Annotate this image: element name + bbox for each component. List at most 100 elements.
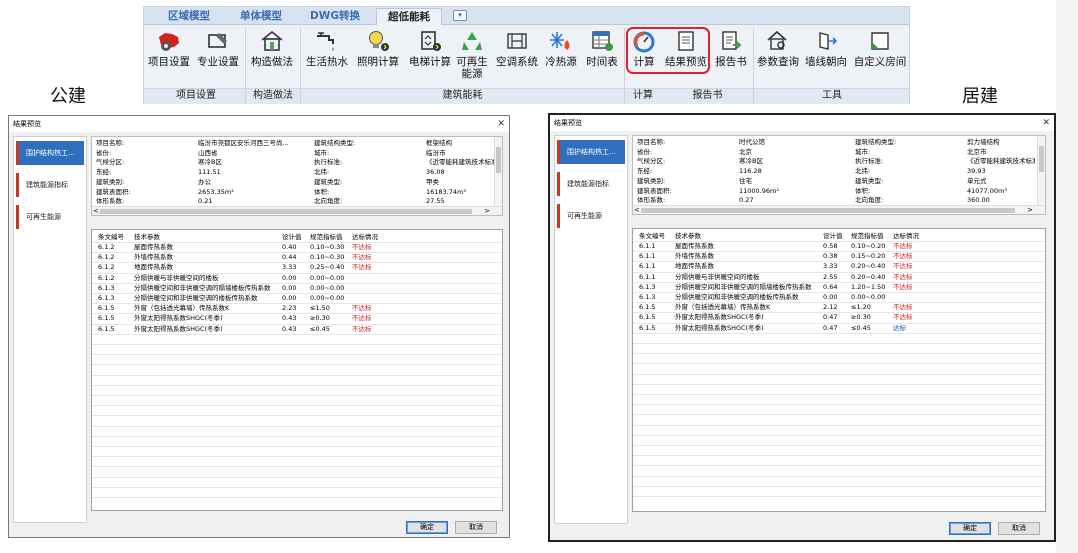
row-code: 6.1.3 bbox=[639, 282, 656, 291]
row-limit: ≥0.30 bbox=[310, 314, 330, 323]
row-code: 6.1.3 bbox=[639, 293, 656, 301]
elevator-calc-button[interactable]: 电梯计算 bbox=[406, 27, 454, 87]
grid-line bbox=[633, 363, 1045, 365]
row-limit: ≤0.45 bbox=[310, 324, 330, 333]
row-param: 分隔供暖与非供暖空间的楼板 bbox=[675, 272, 760, 281]
scroll-right-icon[interactable]: > bbox=[484, 207, 490, 215]
nav-item[interactable]: 围护结构热工... bbox=[16, 141, 84, 165]
scroll-right-icon[interactable]: > bbox=[1027, 206, 1033, 214]
info-horizontal-scrollbar[interactable]: < > bbox=[633, 205, 1045, 214]
row-param: 屋面传热系数 bbox=[675, 242, 714, 250]
hot-water-button[interactable]: 生活热水 bbox=[303, 27, 351, 87]
ok-button[interactable]: 确定 bbox=[406, 521, 448, 534]
ribbon-tab-bar: 区域模型 单体模型 DWG转换 超低能耗 ▾ bbox=[144, 7, 909, 25]
nav-item[interactable]: 可再生能源 bbox=[16, 205, 84, 229]
row-design-value: 0.47 bbox=[823, 313, 838, 322]
major-settings-button[interactable]: 专业设置 bbox=[194, 27, 242, 87]
info-value: 41077.00m³ bbox=[967, 186, 1007, 195]
nav-item[interactable]: 围护结构热工... bbox=[557, 140, 625, 164]
close-icon[interactable]: ✕ bbox=[497, 116, 505, 132]
renewable-energy-button[interactable]: 可再生 能源 bbox=[452, 27, 492, 87]
row-code: 6.1.2 bbox=[98, 273, 115, 282]
row-status: 不达标 bbox=[893, 313, 913, 322]
row-param: 外墙传热系数 bbox=[675, 252, 714, 261]
row-status: 不达标 bbox=[352, 253, 372, 262]
close-icon[interactable]: ✕ bbox=[1042, 115, 1050, 131]
scroll-left-icon[interactable]: < bbox=[634, 206, 640, 214]
row-status: 不达标 bbox=[352, 324, 372, 333]
info-row: 建筑表面积: 11000.96m² 体积: 41077.00m³ bbox=[633, 187, 1045, 196]
info-horizontal-scrollbar[interactable]: < > bbox=[92, 206, 502, 215]
row-design-value: 2.55 bbox=[823, 272, 838, 281]
grid-header: 设计值 bbox=[282, 233, 302, 241]
custom-room-button[interactable]: 自定义房间 bbox=[851, 27, 909, 87]
row-param: 外窗（包括透光幕墙）传热系数K bbox=[134, 304, 230, 313]
nav-item[interactable]: 建筑能源指标 bbox=[557, 172, 625, 196]
row-code: 6.1.5 bbox=[98, 324, 115, 333]
grid-line bbox=[92, 384, 502, 386]
nav-item[interactable]: 建筑能源指标 bbox=[16, 173, 84, 197]
row-code: 6.1.2 bbox=[98, 253, 115, 262]
recycle-icon bbox=[462, 32, 482, 50]
info-key: 建筑类型: bbox=[855, 176, 884, 185]
info-key: 北纬: bbox=[314, 168, 330, 177]
faucet-icon bbox=[317, 32, 334, 51]
ribbon-collapse-icon[interactable]: ▾ bbox=[453, 10, 467, 21]
row-param: 地面传热系数 bbox=[675, 262, 714, 271]
cancel-button[interactable]: 取消 bbox=[455, 521, 497, 534]
row-limit: 0.15~0.20 bbox=[851, 252, 886, 261]
info-key: 项目名称: bbox=[637, 138, 666, 146]
info-value: 27.55 bbox=[426, 197, 445, 206]
ok-button[interactable]: 确定 bbox=[949, 522, 991, 535]
info-row: 体形系数: 0.27 北向角度: 360.00 bbox=[633, 196, 1045, 205]
house-wall-icon bbox=[261, 30, 283, 51]
row-limit: ≤0.45 bbox=[851, 323, 871, 332]
info-vertical-scrollbar[interactable] bbox=[494, 137, 502, 207]
schedule-button[interactable]: 时间表 bbox=[581, 27, 623, 87]
param-query-button[interactable]: 参数查询 bbox=[755, 27, 801, 87]
grid-line bbox=[633, 404, 1045, 406]
wall-direction-icon bbox=[819, 32, 838, 50]
tab-ultra-low-energy[interactable]: 超低能耗 bbox=[376, 8, 442, 25]
row-param: 分隔供暖空间和非供暖空调的楼板传热系数 bbox=[134, 294, 258, 302]
hvac-system-button[interactable]: 空调系统 bbox=[493, 27, 541, 87]
construction-button[interactable]: 构造做法 bbox=[248, 27, 296, 87]
info-key: 体积: bbox=[855, 186, 871, 195]
row-design-value: 0.64 bbox=[823, 282, 838, 291]
tab-single-model[interactable]: 单体模型 bbox=[230, 8, 292, 25]
row-limit: ≥0.30 bbox=[851, 313, 871, 322]
info-key: 建筑结构类型: bbox=[855, 138, 897, 146]
results-grid: 条文编号 技术参数 设计值 规范指标值 达标情况 6.1.1 屋面传热系数 0.58 0… bbox=[632, 228, 1046, 512]
project-settings-button[interactable]: 项目设置 bbox=[148, 27, 190, 87]
nav-item[interactable]: 可再生能源 bbox=[557, 204, 625, 228]
grid-header: 达标情况 bbox=[893, 232, 919, 240]
info-key: 建筑类别: bbox=[637, 176, 666, 185]
row-code: 6.1.2 bbox=[98, 243, 115, 251]
row-design-value: 2.23 bbox=[282, 304, 297, 313]
wall-orientation-button[interactable]: 墙线朝向 bbox=[803, 27, 849, 87]
info-row: 东经: 116.28 北纬: 39.93 bbox=[633, 167, 1045, 176]
tab-dwg-convert[interactable]: DWG转换 bbox=[302, 8, 368, 25]
highlight-box bbox=[626, 27, 710, 74]
info-value: 111.51 bbox=[198, 168, 221, 177]
info-value: 《近零能耗建筑技术标准 bbox=[967, 157, 1035, 166]
row-design-value: 0.00 bbox=[823, 293, 838, 301]
tab-region-model[interactable]: 区域模型 bbox=[158, 8, 220, 25]
cancel-button[interactable]: 取消 bbox=[998, 522, 1040, 535]
elevator-icon bbox=[421, 31, 441, 51]
info-value: 0.27 bbox=[739, 196, 754, 205]
row-code: 6.1.2 bbox=[98, 263, 115, 272]
row-limit: 0.00~0.00 bbox=[310, 273, 345, 282]
snowflake-flame-icon bbox=[550, 32, 570, 50]
report-button[interactable]: 报告书 bbox=[711, 27, 751, 87]
grid-line bbox=[633, 485, 1045, 487]
row-limit: 0.20~0.40 bbox=[851, 262, 886, 271]
info-vertical-scrollbar[interactable] bbox=[1037, 136, 1045, 206]
dialog-nav-panel: 围护结构热工... 建筑能源指标 可再生能源 bbox=[554, 135, 628, 524]
lighting-calc-button[interactable]: 照明计算 bbox=[354, 27, 402, 87]
info-key: 体形系数: bbox=[96, 197, 125, 206]
scroll-left-icon[interactable]: < bbox=[93, 207, 99, 215]
cold-heat-source-button[interactable]: 冷热源 bbox=[541, 27, 581, 87]
row-code: 6.1.5 bbox=[98, 314, 115, 323]
row-status: 不达标 bbox=[893, 252, 913, 261]
